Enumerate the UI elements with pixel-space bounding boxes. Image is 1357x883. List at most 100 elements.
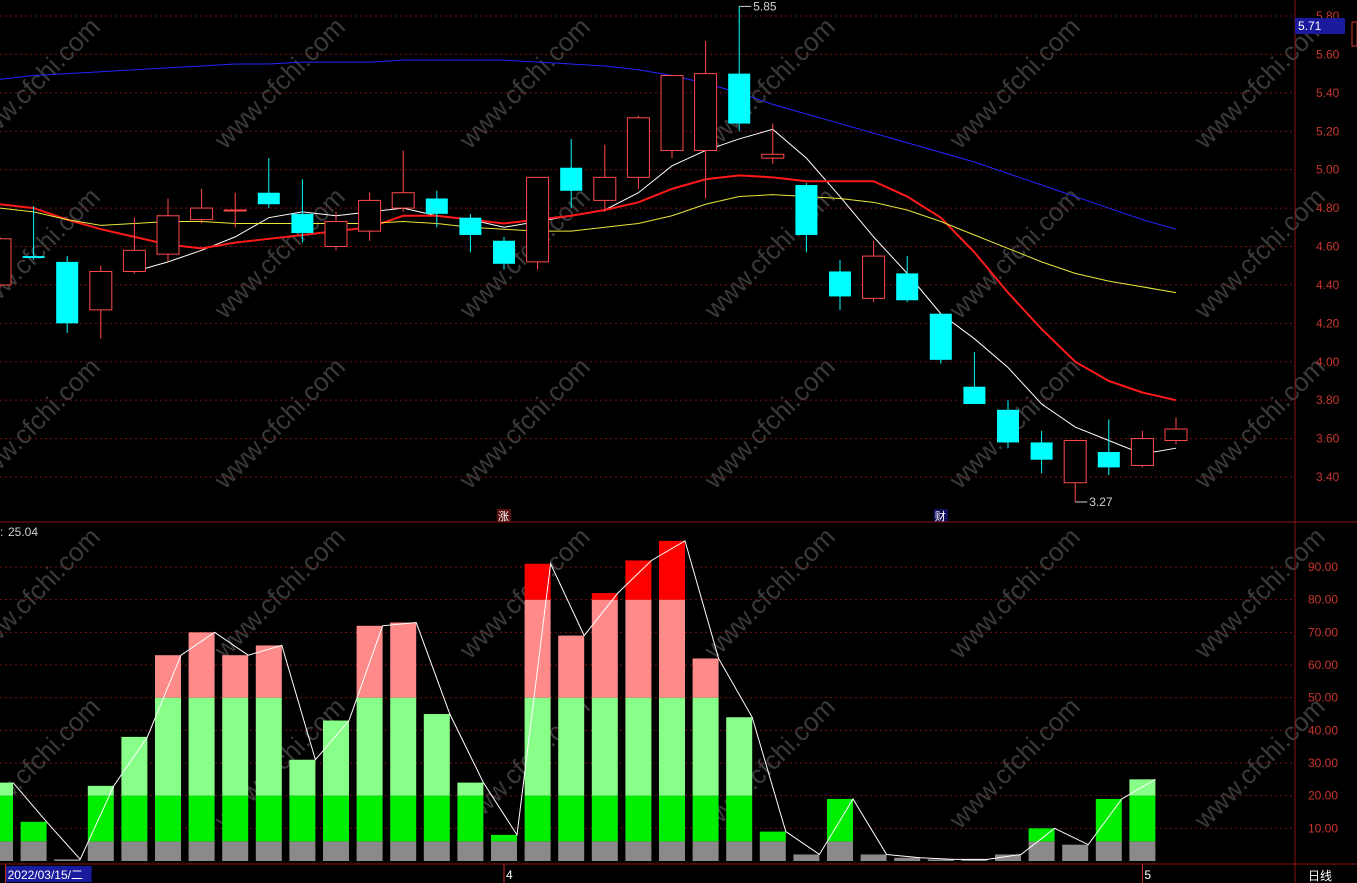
indicator-bar-segment	[625, 795, 652, 842]
candle-body	[997, 409, 1019, 443]
candle-body	[728, 73, 751, 124]
candle-body	[795, 185, 818, 235]
indicator-bar-segment	[390, 697, 417, 796]
indicator-bar-segment	[558, 697, 585, 796]
candle-body	[257, 192, 280, 205]
candle-body	[122, 249, 146, 272]
indicator-bar	[759, 831, 786, 861]
indicator-bar-segment	[625, 697, 652, 796]
candle	[89, 265, 113, 339]
indicator-bar-segment	[692, 795, 719, 842]
indicator-bar-segment	[0, 841, 13, 861]
indicator-bar-segment	[222, 697, 249, 796]
indicator-tick-label: 60.00	[1308, 658, 1338, 672]
x-axis-label: 2022/03/15/二	[8, 868, 83, 882]
candle-body	[1097, 452, 1120, 468]
candle-body	[223, 209, 247, 212]
indicator-bar-segment	[255, 697, 282, 796]
watermark-text: www.cfchi.com	[452, 351, 595, 494]
min-price-label: 3.27	[1089, 495, 1113, 509]
indicator-bar	[0, 782, 13, 861]
indicator-bar-segment	[457, 795, 484, 842]
indicator-bar-segment	[659, 540, 685, 600]
price-tick-label: 3.80	[1316, 393, 1340, 407]
indicator-bar-segment	[390, 795, 417, 842]
event-marker-label: 涨	[498, 510, 509, 523]
candle	[56, 256, 79, 333]
indicator-bar	[659, 540, 685, 861]
indicator-bar-segment	[558, 795, 585, 842]
indicator-bar-segment	[356, 697, 383, 796]
x-axis-label: 4	[506, 868, 513, 882]
indicator-bar	[491, 834, 517, 861]
indicator-bar-segment	[759, 841, 786, 861]
indicator-bar-segment	[390, 622, 417, 698]
indicator-bar-segment	[726, 795, 753, 842]
candle-body	[1030, 442, 1053, 460]
indicator-bar-segment	[524, 697, 551, 796]
candle-body	[1164, 428, 1188, 442]
indicator-bar-segment	[423, 841, 450, 861]
scroll-handle[interactable]	[1351, 21, 1357, 47]
indicator-bar	[894, 857, 921, 861]
indicator-bar-segment	[491, 834, 517, 842]
candle	[829, 259, 851, 310]
indicator-bar-segment	[625, 599, 652, 698]
indicator-tick-label: 40.00	[1308, 723, 1338, 737]
watermark-text: www.cfchi.com	[0, 351, 106, 494]
indicator-bar-segment	[1028, 841, 1055, 861]
indicator-bar-segment	[1028, 828, 1055, 842]
indicator-bar	[726, 717, 753, 861]
watermark-text: www.cfchi.com	[697, 181, 840, 324]
indicator-bar-segment	[20, 841, 47, 861]
indicator-bar-segment	[625, 560, 652, 600]
watermark-text: www.cfchi.com	[942, 11, 1085, 154]
indicator-bar-segment	[692, 658, 719, 698]
indicator-bar-segment	[121, 841, 148, 861]
indicator-bar-segment	[289, 795, 316, 842]
price-tick-label: 5.40	[1316, 86, 1340, 100]
indicator-bar-segment	[390, 841, 417, 861]
watermark-text: www.cfchi.com	[942, 181, 1085, 324]
indicator-bar-segment	[659, 795, 685, 842]
candle-body	[0, 238, 12, 286]
watermark-text: www.cfchi.com	[697, 351, 840, 494]
price-tick-label: 3.40	[1316, 470, 1340, 484]
candle	[694, 40, 718, 199]
indicator-bar-segment	[222, 655, 249, 698]
candle-body	[929, 313, 952, 360]
candle	[963, 352, 986, 405]
event-marker-label: 财	[935, 509, 946, 523]
price-tick-label: 4.20	[1316, 316, 1340, 330]
candle-body	[560, 167, 583, 191]
indicator-tick-label: 10.00	[1308, 821, 1338, 835]
candle-body	[862, 255, 886, 299]
indicator-bar-segment	[1129, 841, 1156, 861]
candle-body	[1063, 440, 1087, 484]
indicator-bar-segment	[524, 841, 551, 861]
x-axis-label: 5	[1144, 868, 1151, 882]
candle	[626, 115, 650, 189]
watermark-text: www.cfchi.com	[1187, 181, 1330, 324]
candle	[1130, 430, 1154, 468]
timeframe-label[interactable]: 日线	[1308, 869, 1332, 883]
candle	[660, 75, 684, 159]
indicator-bar	[423, 714, 450, 861]
indicator-bar-segment	[188, 632, 215, 698]
candle	[190, 188, 214, 224]
indicator-bar	[20, 821, 47, 861]
indicator-bar	[524, 563, 551, 861]
price-tick-label: 4.00	[1316, 355, 1340, 369]
indicator-bar-segment	[155, 841, 181, 861]
indicator-bar	[54, 859, 81, 861]
indicator-bar-segment	[726, 717, 753, 796]
indicator-bar-segment	[457, 782, 484, 796]
price-tick-label: 5.20	[1316, 124, 1340, 138]
candle	[459, 213, 482, 253]
candle	[122, 217, 146, 274]
watermark-text: www.cfchi.com	[0, 521, 106, 664]
watermark-text: www.cfchi.com	[0, 11, 106, 154]
price-tick-label: 4.80	[1316, 201, 1340, 215]
indicator-bar-segment	[255, 841, 282, 861]
indicator-tick-label: 30.00	[1308, 756, 1338, 770]
